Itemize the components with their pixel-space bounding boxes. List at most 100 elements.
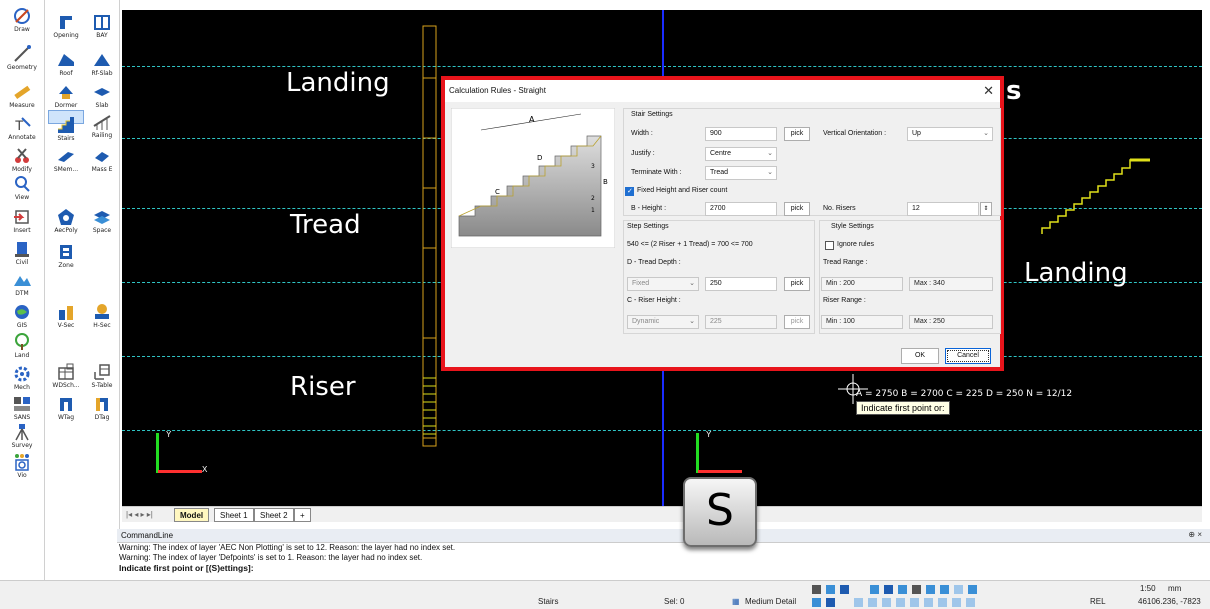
vertical-orientation-value: Up	[912, 130, 921, 137]
tool-opening[interactable]: Opening	[48, 10, 84, 50]
tool-v-sec[interactable]: V-Sec	[48, 300, 84, 340]
ruler-icon	[14, 85, 31, 100]
tab-sheet-1[interactable]: Sheet 1	[214, 508, 254, 522]
units[interactable]: mm	[1168, 584, 1181, 593]
tool-h-sec[interactable]: H-Sec	[84, 300, 120, 340]
tool-dtag[interactable]: DTag	[84, 392, 120, 432]
geometry-icon	[14, 45, 31, 62]
pin-close-icon[interactable]: ⊕ ×	[1188, 530, 1202, 539]
tool-bay[interactable]: BAY	[84, 10, 120, 50]
tool-label: BAY	[96, 32, 108, 39]
tool-wtag[interactable]: WTag	[48, 392, 84, 432]
tool-label: Opening	[53, 32, 79, 39]
spinner-icon[interactable]: ⇕	[980, 202, 992, 216]
b-height-input[interactable]: 2700	[705, 202, 777, 216]
magnifier-icon	[15, 176, 30, 192]
annotation-scale[interactable]: 1:50	[1140, 584, 1156, 593]
tab-sheet-2[interactable]: Sheet 2	[254, 508, 294, 522]
relative-mode[interactable]: REL	[1090, 597, 1106, 606]
ok-button[interactable]: OK	[901, 348, 939, 364]
b-height-pick-button[interactable]: pick	[784, 202, 810, 216]
tool-label: Space	[92, 227, 112, 234]
tool-zone[interactable]: Zone	[48, 240, 84, 280]
ucs-x-axis	[158, 470, 202, 473]
command-history-line: Warning: The index of layer 'Defpoints' …	[119, 553, 423, 562]
justify-select[interactable]: Centre ⌄	[705, 147, 777, 161]
command-history-line: Warning: The index of layer 'AEC Non Plo…	[119, 543, 456, 552]
tool-geometry[interactable]: Geometry	[4, 42, 40, 82]
ucs-x-axis	[698, 470, 742, 473]
tool-label: Dormer	[54, 102, 78, 109]
cursor-coordinates: 46106.236, -7823	[1138, 597, 1201, 606]
detail-level[interactable]: Medium Detail	[745, 597, 796, 606]
command-prompt[interactable]: Indicate first point or [(S)ettings]:	[117, 563, 1210, 573]
space-icon	[94, 211, 110, 224]
no-risers-label: No. Risers	[823, 205, 856, 212]
tab-add[interactable]: +	[294, 508, 311, 522]
tread-depth-input[interactable]: 250	[705, 277, 777, 291]
mass-element-icon	[95, 152, 109, 162]
tool-space[interactable]: Space	[84, 205, 120, 245]
stairs-icon	[58, 117, 74, 133]
tool-mass-e[interactable]: Mass E	[84, 144, 120, 184]
detail-level-icon[interactable]: ▦	[732, 597, 740, 606]
tool-label: DTag	[94, 414, 110, 421]
tool-label: Mech	[14, 384, 30, 391]
status-bar: Stairs Sel: 0 ▦ Medium Detail REL 1:50 m…	[0, 580, 1210, 609]
riser-range-label: Riser Range :	[823, 297, 866, 304]
prompt-tooltip: Indicate first point or:	[856, 401, 950, 415]
vertical-section-icon	[59, 306, 73, 320]
riser-height-label: C - Riser Height :	[627, 297, 681, 304]
terminate-select[interactable]: Tread ⌄	[705, 166, 777, 180]
tool-label: Rf-Slab	[91, 70, 113, 77]
tread-depth-mode-select[interactable]: Fixed ⌄	[627, 277, 699, 291]
tool-aecpoly[interactable]: AecPoly	[48, 205, 84, 245]
ucs-y-axis	[156, 433, 159, 473]
insert-icon	[14, 210, 29, 224]
tree-icon	[15, 333, 29, 350]
status-toggle-icons[interactable]	[810, 583, 1080, 609]
tab-model[interactable]: Model	[174, 508, 210, 522]
close-icon[interactable]: ✕	[983, 83, 994, 99]
diagram-label-3: 3	[591, 163, 595, 170]
slab-icon	[94, 88, 110, 96]
tool-label: Draw	[14, 26, 30, 33]
riser-height-pick-button[interactable]: pick	[784, 315, 810, 329]
riser-height-input[interactable]: 225	[705, 315, 777, 329]
landing-label-right: Landing	[1024, 258, 1128, 288]
vertical-orientation-select[interactable]: Up ⌄	[907, 127, 993, 141]
tread-depth-pick-button[interactable]: pick	[784, 277, 810, 291]
tool-vio[interactable]: Vio	[4, 450, 40, 490]
civil-icon	[15, 242, 29, 257]
roof-icon	[58, 54, 74, 66]
tread-range-label: Tread Range :	[823, 259, 868, 266]
diagram-label-a: A	[529, 115, 535, 124]
diagram-label-1: 1	[591, 207, 595, 214]
tool-label: SMem...	[53, 166, 79, 173]
tool-label: Land	[14, 352, 30, 359]
gear-icon	[14, 366, 30, 382]
tool-smem[interactable]: SMem...	[48, 144, 84, 184]
draw-icon	[14, 8, 30, 24]
tool-draw[interactable]: Draw	[4, 4, 40, 44]
ignore-rules-checkbox[interactable]	[825, 241, 834, 250]
tool-stairs[interactable]: Stairs	[48, 110, 84, 142]
terrain-icon	[14, 276, 31, 286]
riser-min-field: Min : 100	[821, 315, 903, 329]
diagram-label-c: C	[495, 188, 500, 196]
riser-height-mode: Dynamic	[632, 318, 660, 325]
tripod-icon	[15, 424, 29, 441]
door-tag-icon	[96, 398, 108, 411]
tab-navigation-arrows[interactable]: |◂ ◂ ▸ ▸|	[126, 510, 153, 519]
riser-height-mode-select[interactable]: Dynamic ⌄	[627, 315, 699, 329]
keypress-overlay: S	[683, 477, 757, 547]
diagram-label-2: 2	[591, 195, 595, 202]
tool-label: Geometry	[7, 64, 37, 71]
width-pick-button[interactable]: pick	[784, 127, 810, 141]
command-line-history[interactable]: Warning: The index of layer 'AEC Non Plo…	[117, 542, 1210, 580]
no-risers-input[interactable]: 12	[907, 202, 979, 216]
width-input[interactable]: 900	[705, 127, 777, 141]
tool-label: Insert	[13, 227, 31, 234]
fixed-height-checkbox[interactable]	[625, 187, 634, 196]
cancel-button[interactable]: Cancel	[945, 348, 991, 364]
